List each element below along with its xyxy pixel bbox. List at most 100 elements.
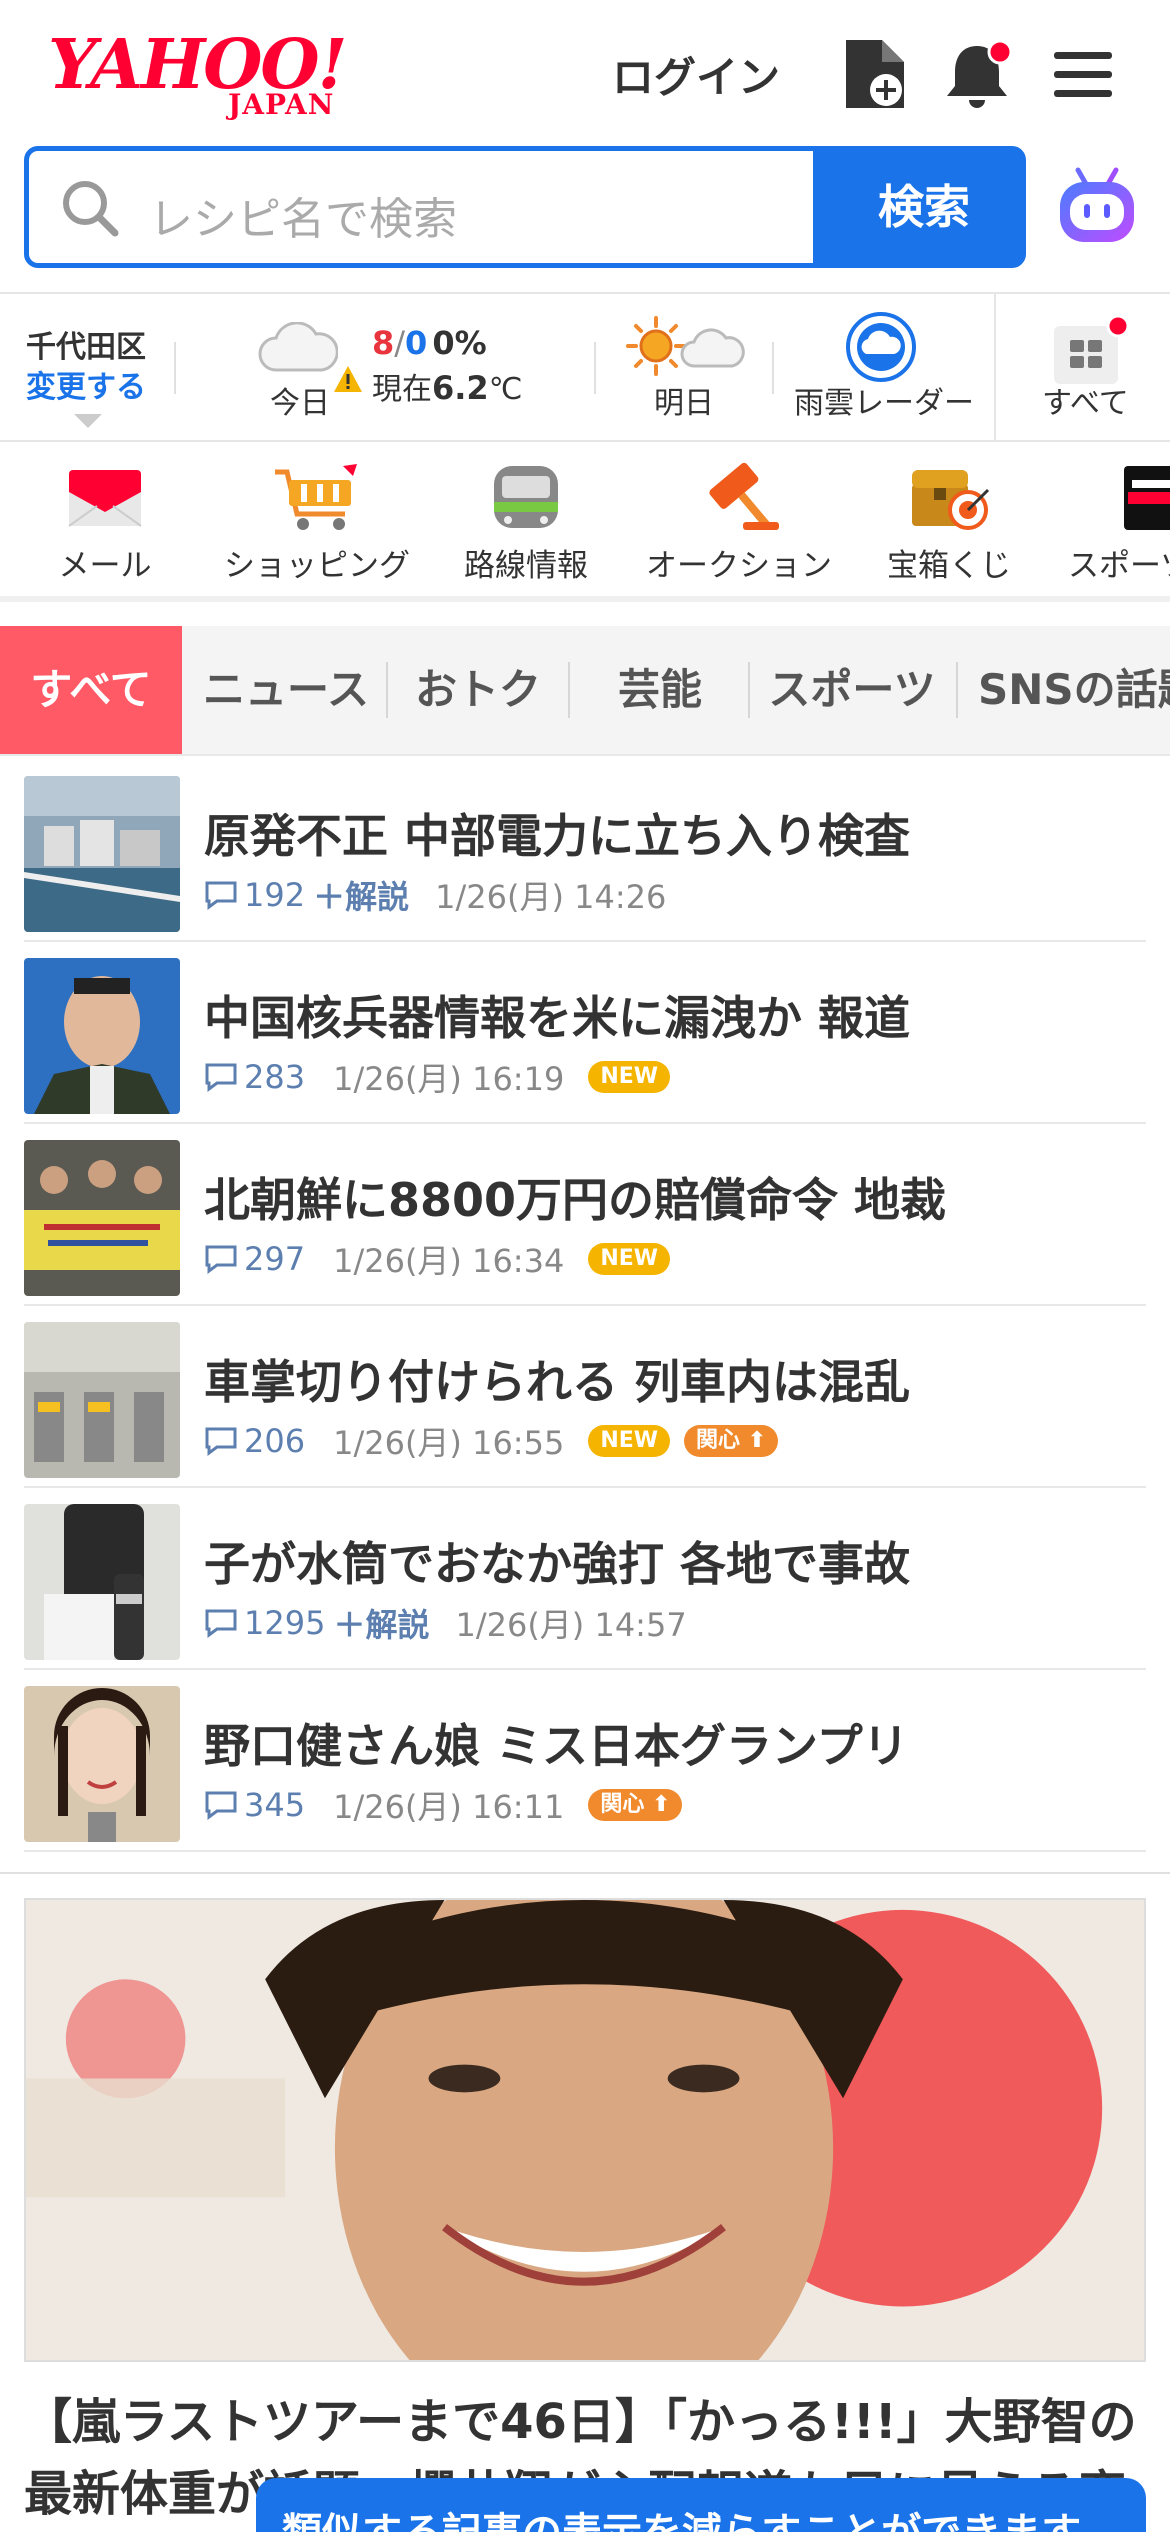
service-label: オークション [646, 548, 832, 584]
commentary-label: ＋解説 [333, 1606, 430, 1644]
sports-navi-icon [1124, 466, 1170, 530]
service-sports[interactable]: スポーツ [1064, 462, 1170, 585]
now-temp-unit: ℃ [488, 372, 523, 407]
news-item[interactable]: 車掌切り付けられる 列車内は混乱 206 1/26(月) 16:55 NEW 関… [24, 1306, 1146, 1488]
train-icon [494, 466, 558, 528]
tab-sports[interactable]: スポーツ [752, 626, 952, 754]
warning-icon [334, 366, 362, 392]
service-label: 路線情報 [464, 548, 588, 584]
radar-label: 雨雲レーダー [794, 386, 974, 421]
search-button[interactable]: 検索 [819, 151, 1021, 263]
cloud-icon [258, 322, 338, 372]
comment-icon [205, 1245, 237, 1274]
temp-high: 8 [372, 324, 395, 362]
news-thumbnail [24, 1504, 180, 1660]
tab-news[interactable]: ニュース [188, 626, 384, 754]
yahoo-japan-logo[interactable]: YAHOO! JAPAN [48, 30, 368, 121]
divider [174, 342, 176, 394]
new-badge: NEW [588, 1243, 671, 1275]
service-label: ショッピング [224, 548, 410, 584]
news-meta: 297 1/26(月) 16:34 NEW [204, 1236, 671, 1282]
news-title: 子が水筒でおなか強打 各地で事故 [204, 1537, 911, 1591]
news-thumbnail [24, 776, 180, 932]
news-item[interactable]: 中国核兵器情報を米に漏洩か 報道 283 1/26(月) 16:19 NEW [24, 942, 1146, 1124]
search-placeholder: レシピ名で検索 [149, 194, 457, 245]
tab-sns[interactable]: SNSの話題 [962, 626, 1170, 754]
news-item[interactable]: 子が水筒でおなか強打 各地で事故 1295 ＋解説 1/26(月) 14:57 [24, 1488, 1146, 1670]
news-time: 1/26(月) 16:34 [333, 1242, 565, 1280]
rain-radar[interactable]: 雨雲レーダー [790, 308, 980, 424]
comment-count: 283 [244, 1058, 306, 1096]
news-item[interactable]: 原発不正 中部電力に立ち入り検査 192 ＋解説 1/26(月) 14:26 [24, 760, 1146, 942]
hamburger-menu-icon[interactable] [1048, 36, 1118, 112]
service-mail[interactable]: メール [50, 462, 160, 585]
temp-low: 0 [405, 324, 428, 362]
news-title: 原発不正 中部電力に立ち入り検査 [204, 809, 911, 863]
mail-icon [68, 470, 142, 527]
weather-bar: 千代田区 変更する 今日 8/0 0% 現在6.2℃ 明日 雨雲レーダー すべて [0, 292, 1170, 442]
new-badge: NEW [588, 1061, 671, 1093]
tab-deals[interactable]: おトク [390, 626, 566, 754]
current-temp: 現在6.2℃ [372, 364, 522, 408]
temperature-range: 8/0 0% [372, 324, 487, 362]
news-item[interactable]: 野口健さん娘 ミス日本グランプリ 345 1/26(月) 16:11 関心 ⬆ [24, 1670, 1146, 1852]
feature-image[interactable] [24, 1898, 1146, 2362]
news-thumbnail [24, 1322, 180, 1478]
sun-cloud-icon [626, 316, 745, 376]
logo-sub-text: JAPAN [228, 88, 335, 121]
temp-slash: / [394, 324, 406, 362]
news-title: 北朝鮮に8800万円の賠償命令 地裁 [204, 1173, 947, 1227]
service-auction[interactable]: オークション [646, 462, 832, 585]
location-block[interactable]: 千代田区 変更する [26, 328, 146, 408]
ai-assistant-icon[interactable] [1054, 164, 1140, 250]
tab-all[interactable]: すべて [0, 626, 182, 754]
news-meta: 1295 ＋解説 1/26(月) 14:57 [204, 1600, 687, 1646]
news-meta: 206 1/26(月) 16:55 NEW 関心 ⬆ [204, 1418, 779, 1464]
search-input[interactable]: レシピ名で検索 [29, 151, 813, 263]
tab-entertainment[interactable]: 芸能 [572, 626, 748, 754]
weather-all[interactable]: すべて [994, 294, 1170, 440]
today-label: 今日 [270, 386, 330, 421]
news-meta: 345 1/26(月) 16:11 関心 ⬆ [204, 1782, 683, 1828]
weather-tomorrow[interactable]: 明日 [616, 314, 766, 424]
divider [772, 342, 774, 394]
now-label: 現在 [372, 372, 432, 407]
comment-icon [205, 1791, 237, 1820]
bell-icon[interactable] [942, 36, 1012, 112]
feedback-toast[interactable]: 類似する記事の表示を減らすことができます [256, 2478, 1146, 2532]
service-shopping[interactable]: ショッピング [222, 462, 412, 585]
news-thumbnail [24, 1686, 180, 1842]
trending-badge-label: 関心 [600, 1792, 645, 1817]
service-label: スポーツ [1068, 548, 1170, 584]
comment-icon [205, 1063, 237, 1092]
all-services-label: すべて [1042, 386, 1129, 421]
comment-count: 345 [244, 1786, 306, 1824]
news-item[interactable]: 北朝鮮に8800万円の賠償命令 地裁 297 1/26(月) 16:34 NEW [24, 1124, 1146, 1306]
news-title: 車掌切り付けられる 列車内は混乱 [204, 1355, 911, 1409]
news-time: 1/26(月) 16:11 [333, 1788, 565, 1826]
grid-apps-icon [1054, 314, 1130, 384]
news-time: 1/26(月) 16:19 [333, 1060, 565, 1098]
service-treasure-lottery[interactable]: 宝箱くじ [882, 462, 1016, 585]
tab-divider [956, 662, 958, 718]
service-shortcuts: メール ショッピング 路線情報 オークション 宝箱くじ スポー [0, 442, 1170, 602]
service-label: 宝箱くじ [887, 548, 1011, 584]
arrow-up-icon: ⬆ [747, 1428, 767, 1453]
auction-gavel-icon [709, 462, 779, 530]
category-tabs: すべて ニュース おトク 芸能 スポーツ SNSの話題 [0, 626, 1170, 756]
news-thumbnail [24, 958, 180, 1114]
comment-count: 297 [244, 1240, 306, 1278]
section-divider [0, 1872, 1170, 1874]
news-thumbnail [24, 1140, 180, 1296]
service-transit[interactable]: 路線情報 [458, 462, 594, 585]
precip-chance: 0% [432, 324, 487, 362]
header: YAHOO! JAPAN ログイン [0, 0, 1170, 145]
change-location-link[interactable]: 変更する [26, 368, 146, 408]
comment-count: 1295 [244, 1604, 326, 1642]
trending-badge: 関心 ⬆ [588, 1789, 683, 1821]
login-link[interactable]: ログイン [612, 44, 780, 105]
news-meta: 192 ＋解説 1/26(月) 14:26 [204, 872, 666, 918]
add-document-icon[interactable] [840, 36, 910, 112]
tab-divider [748, 662, 750, 718]
weather-today[interactable]: 今日 8/0 0% 現在6.2℃ [258, 314, 598, 424]
